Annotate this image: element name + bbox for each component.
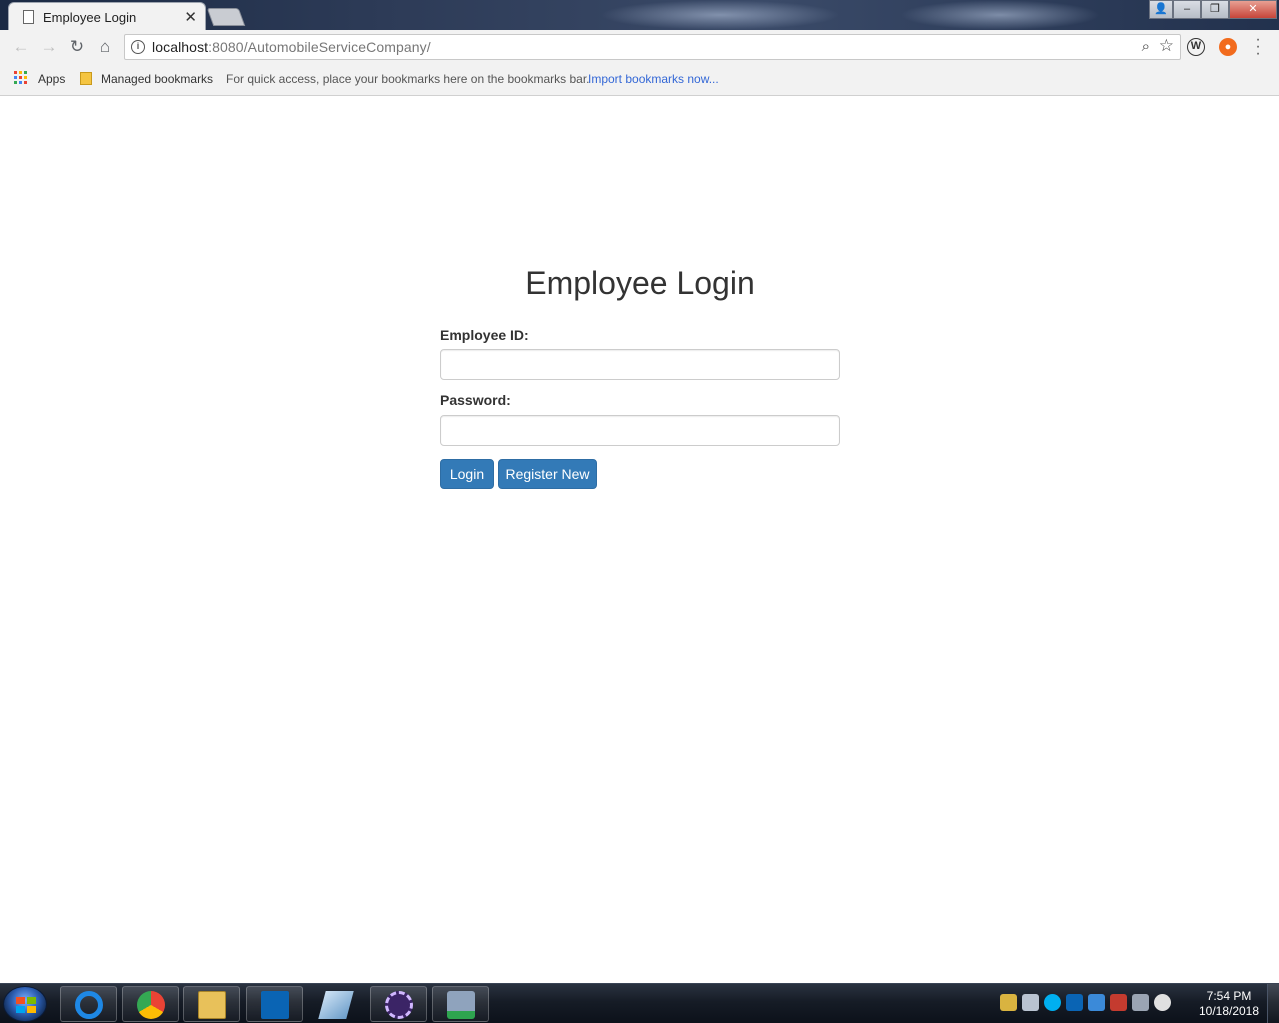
restore-button[interactable]: ❐ bbox=[1201, 0, 1229, 19]
reload-icon[interactable]: ↻ bbox=[68, 38, 86, 56]
login-button[interactable]: Login bbox=[440, 459, 494, 489]
chrome-icon bbox=[137, 991, 165, 1019]
taskbar-file-explorer[interactable] bbox=[183, 986, 240, 1022]
tray-outlook-icon[interactable] bbox=[1066, 994, 1083, 1011]
managed-bookmarks[interactable]: Managed bookmarks bbox=[101, 72, 213, 86]
taskbar-java-ee-ide[interactable] bbox=[370, 986, 427, 1022]
zoom-icon[interactable]: ⌕ bbox=[1142, 38, 1150, 55]
url-path: :8080/AutomobileServiceCompany/ bbox=[208, 39, 431, 55]
titlebar-decoration bbox=[900, 0, 1100, 30]
clock-time: 7:54 PM bbox=[1206, 989, 1252, 1003]
page-icon bbox=[23, 10, 34, 24]
w-extension-icon[interactable]: W bbox=[1187, 38, 1205, 56]
browser-toolbar: ← → ↻ ⌂ i localhost:8080/AutomobileServi… bbox=[0, 30, 1279, 64]
employee-id-label: Employee ID: bbox=[440, 327, 529, 343]
close-button[interactable]: ✕ bbox=[1229, 0, 1277, 19]
tray-monitor-icon[interactable] bbox=[1132, 994, 1149, 1011]
tray-shield-icon[interactable] bbox=[1000, 994, 1017, 1011]
taskbar-media-player[interactable] bbox=[432, 986, 489, 1022]
orange-extension-icon[interactable]: ● bbox=[1219, 38, 1237, 56]
taskbar-notes[interactable] bbox=[307, 986, 364, 1022]
internet-explorer-icon bbox=[75, 991, 103, 1019]
register-new-button[interactable]: Register New bbox=[498, 459, 597, 489]
profile-icon[interactable]: 👤 bbox=[1149, 0, 1173, 19]
folder-icon bbox=[198, 991, 226, 1019]
new-tab-button[interactable] bbox=[206, 8, 246, 26]
outlook-icon bbox=[261, 991, 289, 1019]
forward-arrow-icon[interactable]: → bbox=[40, 38, 58, 56]
password-label: Password: bbox=[440, 392, 511, 408]
employee-id-input[interactable] bbox=[440, 349, 840, 380]
tray-network-icon[interactable] bbox=[1022, 994, 1039, 1011]
start-button[interactable] bbox=[3, 986, 47, 1022]
password-input[interactable] bbox=[440, 415, 840, 446]
taskbar-chrome[interactable] bbox=[122, 986, 179, 1022]
minimize-button[interactable]: – bbox=[1173, 0, 1201, 19]
taskbar: 7:54 PM 10/18/2018 bbox=[0, 983, 1279, 1023]
url-text: localhost:8080/AutomobileServiceCompany/ bbox=[152, 39, 431, 55]
tab-close-icon[interactable]: ✕ bbox=[184, 8, 197, 26]
media-player-icon bbox=[447, 991, 475, 1019]
taskbar-internet-explorer[interactable] bbox=[60, 986, 117, 1022]
java-ee-ide-icon bbox=[385, 991, 413, 1019]
folder-icon bbox=[80, 72, 92, 85]
bookmark-star-icon[interactable]: ☆ bbox=[1159, 36, 1174, 56]
info-icon[interactable]: i bbox=[131, 40, 145, 54]
tray-skype-icon[interactable] bbox=[1044, 994, 1061, 1011]
bookmarks-hint: For quick access, place your bookmarks h… bbox=[226, 72, 590, 86]
tray-sync-icon[interactable] bbox=[1088, 994, 1105, 1011]
apps-bookmark[interactable]: Apps bbox=[38, 72, 65, 86]
window-controls: 👤 – ❐ ✕ bbox=[1149, 0, 1277, 20]
home-icon[interactable]: ⌂ bbox=[96, 38, 114, 56]
import-bookmarks-link[interactable]: Import bookmarks now... bbox=[588, 72, 719, 86]
tray-volume-muted-icon[interactable] bbox=[1154, 994, 1171, 1011]
tab-employee-login[interactable]: Employee Login ✕ bbox=[8, 2, 206, 31]
browser-titlebar: Employee Login ✕ 👤 – ❐ ✕ bbox=[0, 0, 1279, 31]
system-tray bbox=[1000, 994, 1171, 1014]
tray-flag-icon[interactable] bbox=[1110, 994, 1127, 1011]
clock-date: 10/18/2018 bbox=[1198, 1004, 1260, 1018]
page-title: Employee Login bbox=[525, 265, 755, 301]
taskbar-outlook[interactable] bbox=[246, 986, 303, 1022]
windows-logo-icon bbox=[16, 997, 36, 1013]
titlebar-decoration bbox=[600, 0, 840, 30]
screen: Employee Login ✕ 👤 – ❐ ✕ ← → ↻ ⌂ i local… bbox=[0, 0, 1279, 1023]
notes-icon bbox=[318, 991, 354, 1019]
back-arrow-icon[interactable]: ← bbox=[12, 38, 30, 56]
url-host: localhost bbox=[152, 39, 209, 55]
bookmarks-bar: Apps Managed bookmarks For quick access,… bbox=[0, 64, 1279, 96]
taskbar-clock[interactable]: 7:54 PM 10/18/2018 bbox=[1196, 989, 1262, 1019]
show-desktop-button[interactable] bbox=[1267, 984, 1279, 1023]
apps-grid-icon[interactable] bbox=[14, 71, 27, 84]
address-bar[interactable]: i localhost:8080/AutomobileServiceCompan… bbox=[124, 34, 1181, 60]
menu-kebab-icon[interactable]: · · · bbox=[1252, 32, 1264, 62]
page-content: Employee Login Employee ID: Password: Lo… bbox=[0, 97, 1279, 983]
tab-title: Employee Login bbox=[43, 10, 137, 25]
